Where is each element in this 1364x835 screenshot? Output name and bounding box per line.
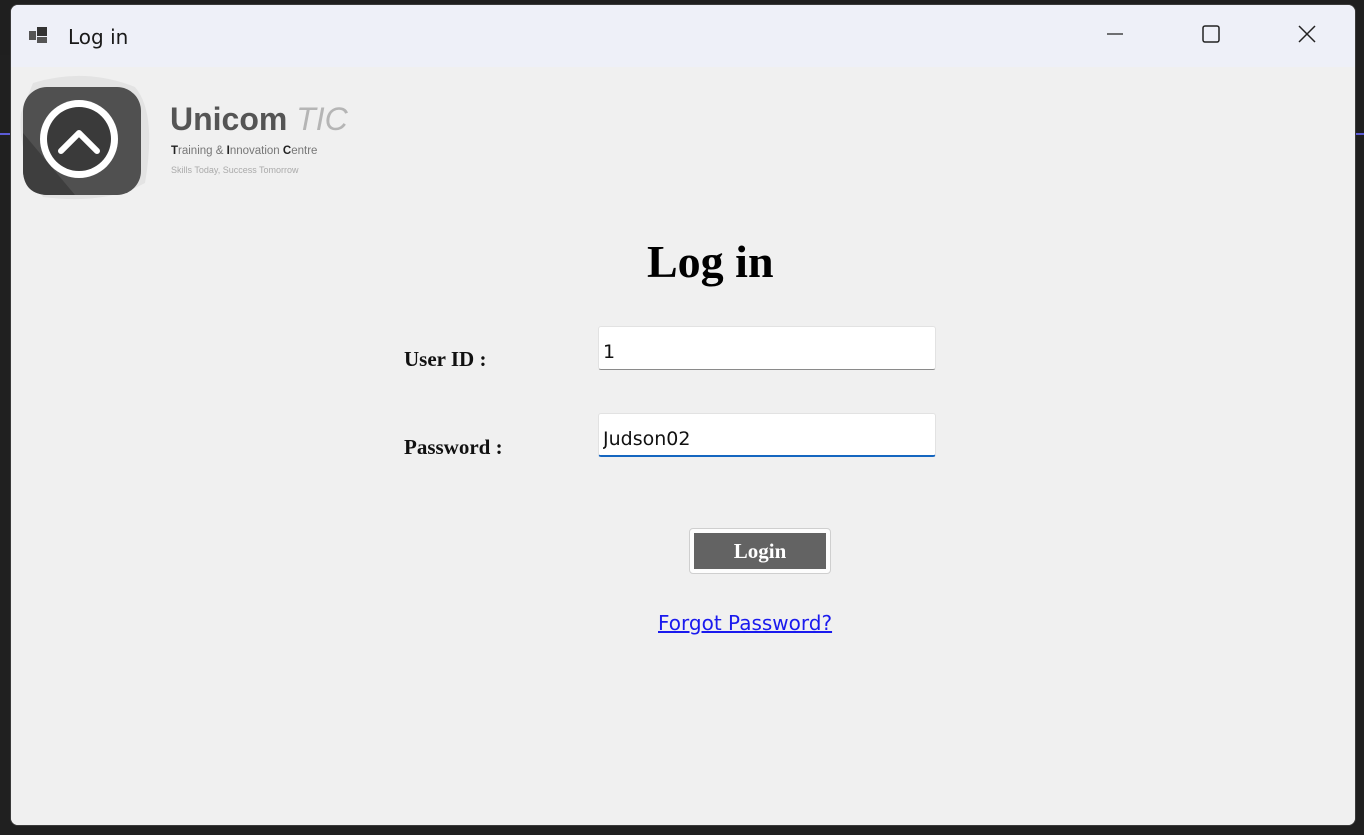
forgot-password-link[interactable]: Forgot Password? xyxy=(658,611,832,635)
title-bar[interactable]: Log in xyxy=(11,5,1355,67)
login-button-label: Login xyxy=(694,533,826,569)
close-icon xyxy=(1297,24,1317,48)
user-id-label: User ID : xyxy=(404,347,487,371)
logo-subtitle: Training & Innovation Centre xyxy=(171,145,317,157)
page-title: Log in xyxy=(647,236,774,287)
logo-name: Unicom TIC xyxy=(170,101,348,138)
logo-subtitle-part: entre xyxy=(291,145,318,157)
desktop-accent-line xyxy=(0,133,10,135)
desktop-edge xyxy=(0,55,10,835)
login-button[interactable]: Login xyxy=(689,528,831,574)
company-logo: Unicom TIC Training & Innovation Centre … xyxy=(15,73,390,203)
logo-name-accent: TIC xyxy=(296,101,348,137)
window-content: Unicom TIC Training & Innovation Centre … xyxy=(11,67,1355,825)
user-id-input[interactable] xyxy=(598,326,936,370)
login-window: Log in Unicom TIC Training & Innovation … xyxy=(10,4,1356,826)
window-title: Log in xyxy=(68,25,129,49)
app-window-icon xyxy=(29,27,49,45)
close-button[interactable] xyxy=(1259,5,1355,67)
password-label: Password : xyxy=(404,435,503,459)
logo-subtitle-part: raining & xyxy=(178,145,227,157)
logo-name-main: Unicom xyxy=(170,101,288,137)
password-input[interactable] xyxy=(598,413,936,457)
minimize-icon xyxy=(1106,25,1124,47)
desktop-accent-line-right xyxy=(1356,133,1364,135)
logo-tagline: Skills Today, Success Tomorrow xyxy=(171,165,299,175)
maximize-button[interactable] xyxy=(1163,5,1259,67)
logo-subtitle-part: nnovation xyxy=(229,145,283,157)
minimize-button[interactable] xyxy=(1067,5,1163,67)
logo-badge-icon xyxy=(20,75,150,200)
logo-subtitle-part: C xyxy=(282,145,292,157)
logo-subtitle-part: T xyxy=(171,145,179,157)
maximize-icon xyxy=(1201,24,1221,48)
